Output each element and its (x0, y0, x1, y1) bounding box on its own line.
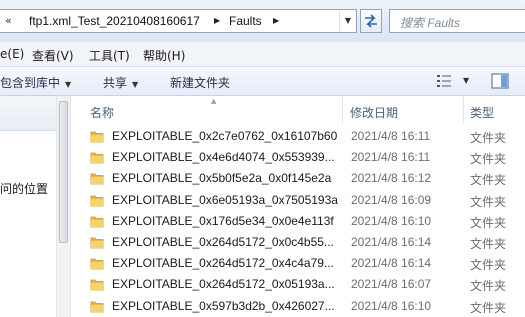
folder-icon (90, 130, 104, 146)
file-row[interactable]: EXPLOITABLE_0x2c7e0762_0x16107b60 2021/4/… (71, 126, 525, 147)
file-date: 2021/4/8 16:11 (351, 150, 431, 165)
folder-icon (90, 236, 104, 252)
file-name: EXPLOITABLE_0x6e05193a_0x7505193a (112, 192, 338, 207)
file-type: 文件夹 (470, 215, 507, 230)
column-date-header[interactable]: 修改日期 (350, 104, 398, 121)
file-name: EXPLOITABLE_0x597b3d2b_0x426027... (112, 298, 335, 313)
sort-ascending-icon: ▲ (211, 97, 217, 105)
nav-scrollbar-thumb[interactable] (59, 101, 68, 243)
menu-bar: e(E) 查看(V) 工具(T) 帮助(H) (0, 42, 525, 67)
overflow-chevron[interactable]: « (5, 14, 12, 27)
file-name: EXPLOITABLE_0x176d5e34_0x0e4e113f (112, 213, 334, 228)
search-placeholder[interactable]: 搜索 Faults (400, 14, 460, 31)
file-date: 2021/4/8 16:10 (351, 213, 432, 228)
folder-icon (90, 300, 104, 316)
nav-item-label[interactable]: 问的位置 (0, 180, 48, 197)
file-list: ▲ 名称 修改日期 类型 EXPLOITABLE_0x2c7e0762_0x16… (71, 96, 525, 317)
column-name-header[interactable]: 名称 (90, 104, 114, 121)
file-name: EXPLOITABLE_0x264d5172_0x0c4b55... (112, 235, 334, 249)
file-name: EXPLOITABLE_0x264d5172_0x05193a... (112, 277, 335, 292)
file-date: 2021/4/8 16:12 (351, 171, 432, 186)
chevron-down-icon: ▼ (65, 80, 72, 89)
share-button[interactable]: 共享 ▼ (103, 74, 138, 91)
file-date: 2021/4/8 16:14 (351, 235, 432, 249)
file-name: EXPLOITABLE_0x5b0f5e2a_0x0f145e2a (112, 171, 332, 186)
file-name: EXPLOITABLE_0x4e6d4074_0x553939... (112, 150, 335, 165)
search-box[interactable]: 搜索 Faults (389, 9, 525, 33)
menu-view[interactable]: 查看(V) (32, 47, 74, 64)
file-type: 文件夹 (470, 258, 507, 273)
new-folder-button[interactable]: 新建文件夹 (170, 74, 230, 91)
breadcrumb-folder[interactable]: ftp1.xml_Test_20210408160617 (29, 14, 200, 28)
menu-tools[interactable]: 工具(T) (89, 47, 130, 64)
file-row[interactable]: EXPLOITABLE_0x4e6d4074_0x553939... 2021/4… (71, 147, 525, 168)
folder-icon (90, 257, 104, 273)
file-name: EXPLOITABLE_0x2c7e0762_0x16107b60 (112, 129, 338, 143)
menu-help[interactable]: 帮助(H) (143, 47, 185, 64)
file-row[interactable]: EXPLOITABLE_0x6e05193a_0x7505193a 2021/4/… (71, 190, 525, 211)
address-dropdown-icon[interactable]: ▼ (339, 11, 356, 31)
include-in-library-label: 包含到库中 (0, 76, 61, 90)
folder-icon (90, 194, 104, 210)
file-type: 文件夹 (470, 152, 507, 167)
file-date: 2021/4/8 16:10 (351, 298, 432, 313)
column-type-header[interactable]: 类型 (470, 104, 494, 121)
refresh-icon (365, 14, 377, 28)
file-type: 文件夹 (470, 173, 507, 188)
file-type: 文件夹 (470, 279, 507, 294)
view-options-icon[interactable] (436, 74, 452, 88)
nav-scrollbar[interactable] (56, 96, 70, 317)
file-row[interactable]: EXPLOITABLE_0x264d5172_0x4c4a79... 2021/4… (71, 253, 525, 274)
column-divider[interactable] (342, 96, 343, 124)
file-row[interactable]: EXPLOITABLE_0x5b0f5e2a_0x0f145e2a 2021/4/… (71, 168, 525, 189)
chevron-down-icon: ▼ (132, 80, 139, 89)
breadcrumb-arrow-icon[interactable]: ▶ (273, 16, 279, 25)
share-label: 共享 (103, 76, 128, 90)
address-row: « ftp1.xml_Test_20210408160617 ▶ Faults … (0, 0, 525, 42)
file-row[interactable]: EXPLOITABLE_0x176d5e34_0x0e4e113f 2021/4/… (71, 211, 525, 232)
view-dropdown-icon[interactable]: ▼ (463, 76, 469, 85)
file-date: 2021/4/8 16:07 (351, 277, 432, 292)
folder-icon (90, 151, 104, 167)
menu-edit[interactable]: e(E) (0, 47, 24, 61)
include-in-library-button[interactable]: 包含到库中 ▼ (0, 74, 71, 91)
breadcrumb-current[interactable]: Faults (229, 14, 262, 28)
nav-selected-item[interactable] (0, 96, 56, 131)
address-bar[interactable]: « ftp1.xml_Test_20210408160617 ▶ Faults … (0, 9, 357, 33)
file-type: 文件夹 (470, 131, 507, 145)
file-type: 文件夹 (470, 194, 507, 209)
file-type: 文件夹 (470, 237, 507, 251)
preview-pane-icon[interactable] (491, 73, 509, 89)
folder-icon (90, 278, 104, 294)
file-date: 2021/4/8 16:14 (351, 256, 432, 271)
column-header-row: ▲ 名称 修改日期 类型 (71, 96, 525, 124)
file-row[interactable]: EXPLOITABLE_0x264d5172_0x0c4b55... 2021/4… (71, 232, 525, 253)
refresh-button[interactable] (360, 9, 382, 33)
column-divider[interactable] (463, 96, 464, 124)
file-type: 文件夹 (470, 300, 507, 315)
file-row[interactable]: EXPLOITABLE_0x597b3d2b_0x426027... 2021/4… (71, 296, 525, 317)
file-date: 2021/4/8 16:09 (351, 192, 432, 207)
file-date: 2021/4/8 16:11 (351, 129, 431, 143)
breadcrumb-arrow-icon[interactable]: ▶ (214, 16, 220, 25)
folder-icon (90, 215, 104, 231)
file-row[interactable]: EXPLOITABLE_0x264d5172_0x05193a... 2021/4… (71, 274, 525, 295)
file-name: EXPLOITABLE_0x264d5172_0x4c4a79... (112, 256, 334, 271)
navigation-pane[interactable]: 问的位置 (0, 96, 71, 317)
folder-icon (90, 172, 104, 188)
command-bar: 包含到库中 ▼ 共享 ▼ 新建文件夹 ▼ (0, 67, 525, 96)
